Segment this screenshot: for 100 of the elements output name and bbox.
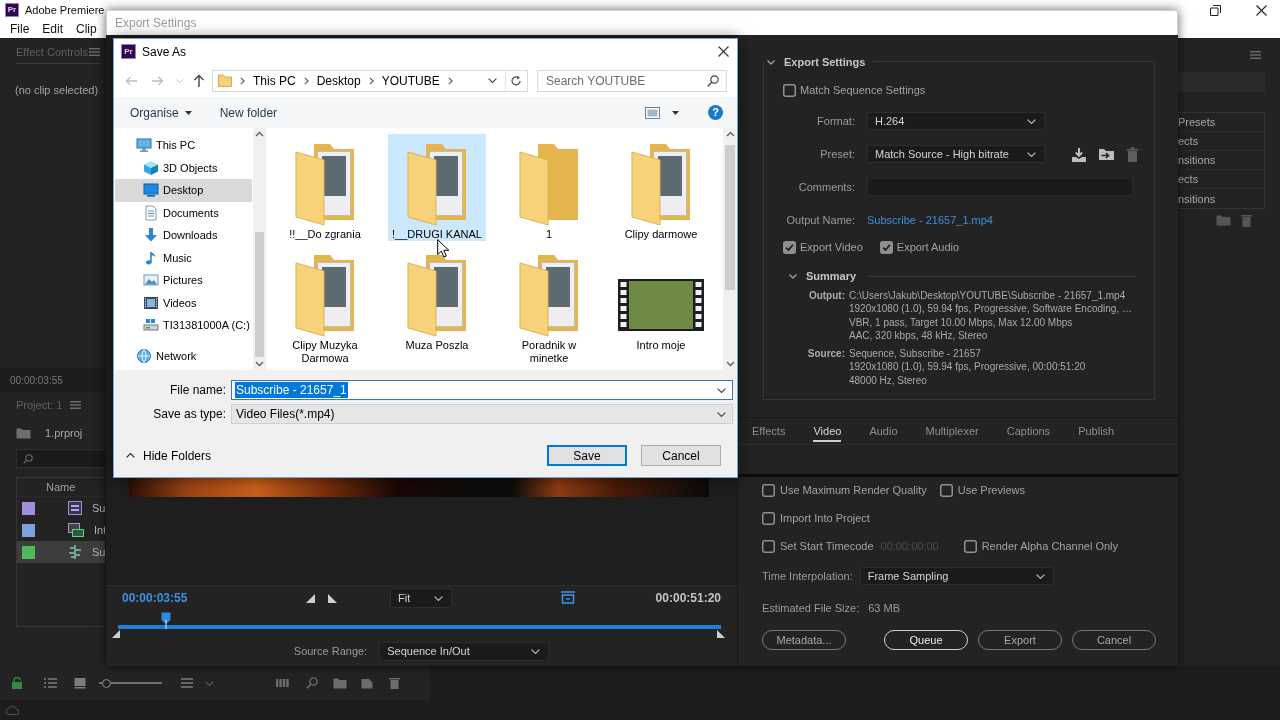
tab[interactable]: Captions bbox=[1006, 420, 1051, 442]
breadcrumb[interactable]: This PC bbox=[253, 73, 296, 88]
scrollbar-thumb[interactable] bbox=[255, 232, 264, 357]
name-input[interactable]: Subscribe - 21657_1 bbox=[231, 380, 733, 400]
checkbox[interactable] bbox=[762, 539, 775, 553]
breadcrumb[interactable]: YOUTUBE bbox=[381, 73, 440, 88]
folder-tile[interactable]: 1 bbox=[500, 134, 598, 241]
tab[interactable]: Publish bbox=[1078, 420, 1115, 442]
chevron-right-icon[interactable] bbox=[447, 76, 453, 85]
chevron-right-icon[interactable] bbox=[368, 76, 374, 85]
tree-item[interactable]: Pictures bbox=[115, 269, 252, 292]
new-folder-button[interactable]: New folder bbox=[219, 105, 278, 120]
up-arrow-icon[interactable] bbox=[193, 74, 205, 87]
breadcrumb[interactable]: Desktop bbox=[316, 73, 361, 88]
trash-icon[interactable] bbox=[389, 677, 400, 689]
column-header[interactable]: Name bbox=[46, 481, 76, 493]
menu-icon[interactable] bbox=[89, 48, 100, 56]
folder-tile[interactable]: Clipy darmowe bbox=[612, 134, 710, 241]
tree-item[interactable]: 3D Objects bbox=[115, 156, 252, 179]
folder-tile[interactable]: Muza Poszla bbox=[388, 245, 486, 365]
list-item[interactable]: nsitions bbox=[1178, 189, 1264, 208]
folder-with-pages-icon bbox=[518, 253, 580, 337]
tab[interactable]: Video bbox=[813, 420, 842, 442]
slider-thumb[interactable] bbox=[101, 678, 111, 688]
folder-arrow-icon[interactable] bbox=[1098, 147, 1115, 161]
help-button[interactable]: ? bbox=[708, 105, 723, 120]
chevron-right-icon[interactable] bbox=[240, 76, 245, 85]
folder-tile[interactable]: Clipy Muzyka Darmowa bbox=[276, 245, 374, 365]
source-range-select[interactable]: Sequence In/Out bbox=[379, 641, 550, 661]
computer-icon bbox=[136, 137, 152, 154]
tree-item[interactable]: Documents bbox=[115, 201, 252, 224]
folder-tile[interactable]: Poradnik w minetke bbox=[500, 245, 598, 365]
download-icon[interactable] bbox=[1071, 146, 1087, 162]
menu-item[interactable]: Clip bbox=[76, 22, 97, 36]
triangle-icon[interactable] bbox=[328, 593, 337, 603]
close-icon[interactable] bbox=[1256, 4, 1267, 16]
refresh-icon[interactable] bbox=[510, 74, 522, 87]
type-select[interactable]: Video Files(*.mp4) bbox=[231, 404, 733, 424]
folder-tile[interactable]: !!__Do zgrania bbox=[276, 134, 374, 241]
scrollbar-thumb[interactable] bbox=[725, 145, 735, 290]
checkbox[interactable] bbox=[879, 240, 893, 254]
zoom-select[interactable]: Fit bbox=[390, 588, 452, 608]
list-view-icon[interactable] bbox=[44, 677, 57, 689]
checkbox[interactable] bbox=[939, 483, 953, 497]
lock-icon[interactable] bbox=[11, 677, 23, 689]
menu-icon[interactable] bbox=[1250, 51, 1261, 59]
restore-icon[interactable] bbox=[1210, 4, 1221, 16]
triangle-icon[interactable] bbox=[306, 593, 315, 603]
video-tile[interactable]: Intro moje bbox=[612, 245, 710, 365]
page-icon[interactable] bbox=[361, 677, 373, 689]
thumbnail-view-icon[interactable] bbox=[74, 677, 86, 689]
menu-icon[interactable] bbox=[70, 400, 82, 409]
checkbox[interactable] bbox=[963, 539, 977, 553]
list-row[interactable]: Su bbox=[17, 541, 105, 563]
summary-text: 48000 Hz, Stereo bbox=[849, 373, 927, 388]
folder-icon[interactable] bbox=[333, 677, 347, 689]
dialog-button[interactable]: Cancel bbox=[641, 445, 721, 466]
frame-icon[interactable] bbox=[560, 591, 576, 605]
address-bar[interactable]: This PC Desktop YOUTUBE bbox=[212, 69, 528, 92]
empty-message: (no clip selected) bbox=[15, 84, 99, 96]
summary-label: Source: bbox=[807, 347, 845, 362]
search-field[interactable] bbox=[16, 449, 105, 468]
menu-item[interactable]: File bbox=[10, 22, 30, 36]
tab[interactable]: Multiplexer bbox=[925, 420, 979, 442]
action-button[interactable]: Cancel bbox=[1072, 630, 1156, 650]
dialog-button[interactable]: Save bbox=[547, 445, 627, 466]
tree-item[interactable]: Desktop bbox=[115, 179, 252, 202]
view-icon[interactable] bbox=[645, 106, 660, 119]
caret-icon bbox=[1027, 118, 1036, 124]
checkbox[interactable] bbox=[783, 240, 796, 254]
menu-item[interactable]: Edit bbox=[42, 22, 64, 36]
tree-item[interactable]: Downloads bbox=[115, 224, 252, 247]
tree-item[interactable]: TI31381000A (C:) bbox=[115, 314, 252, 337]
format-select[interactable]: H.264 bbox=[867, 112, 1045, 130]
playhead[interactable] bbox=[161, 612, 172, 629]
tree-item[interactable]: Videos bbox=[115, 291, 252, 314]
organise-button[interactable]: Organise bbox=[130, 105, 192, 120]
tab[interactable]: Effects bbox=[752, 420, 786, 442]
folder-tile[interactable]: !__DRUGI KANAL bbox=[388, 134, 486, 241]
tree-item[interactable]: Music bbox=[115, 246, 252, 269]
chevron-right-icon[interactable] bbox=[303, 76, 309, 85]
clip-strip-icon[interactable] bbox=[276, 677, 291, 689]
close-icon[interactable] bbox=[718, 46, 729, 57]
interpolation-select[interactable]: Frame Sampling bbox=[859, 567, 1054, 585]
tree-item[interactable]: Network bbox=[115, 344, 252, 367]
preset-select[interactable]: Match Source - High bitrate bbox=[867, 145, 1045, 163]
sort-icon[interactable] bbox=[181, 677, 193, 689]
checkbox[interactable] bbox=[783, 83, 796, 97]
tree-item[interactable]: This PC bbox=[115, 134, 252, 157]
list-row[interactable]: Su bbox=[17, 497, 105, 519]
chevron-icon[interactable] bbox=[788, 271, 798, 281]
output-name-link[interactable]: Subscribe - 21657_1.mp4 bbox=[867, 214, 993, 226]
checkbox[interactable] bbox=[762, 483, 775, 497]
triangle-icon[interactable] bbox=[717, 630, 725, 638]
checkbox[interactable] bbox=[762, 511, 775, 525]
triangle-icon[interactable] bbox=[112, 630, 120, 638]
tab[interactable]: Audio bbox=[869, 420, 898, 442]
search-icon[interactable] bbox=[707, 74, 719, 87]
hide-folders-button[interactable]: Hide Folders bbox=[126, 448, 212, 463]
caret-icon[interactable] bbox=[672, 110, 679, 115]
